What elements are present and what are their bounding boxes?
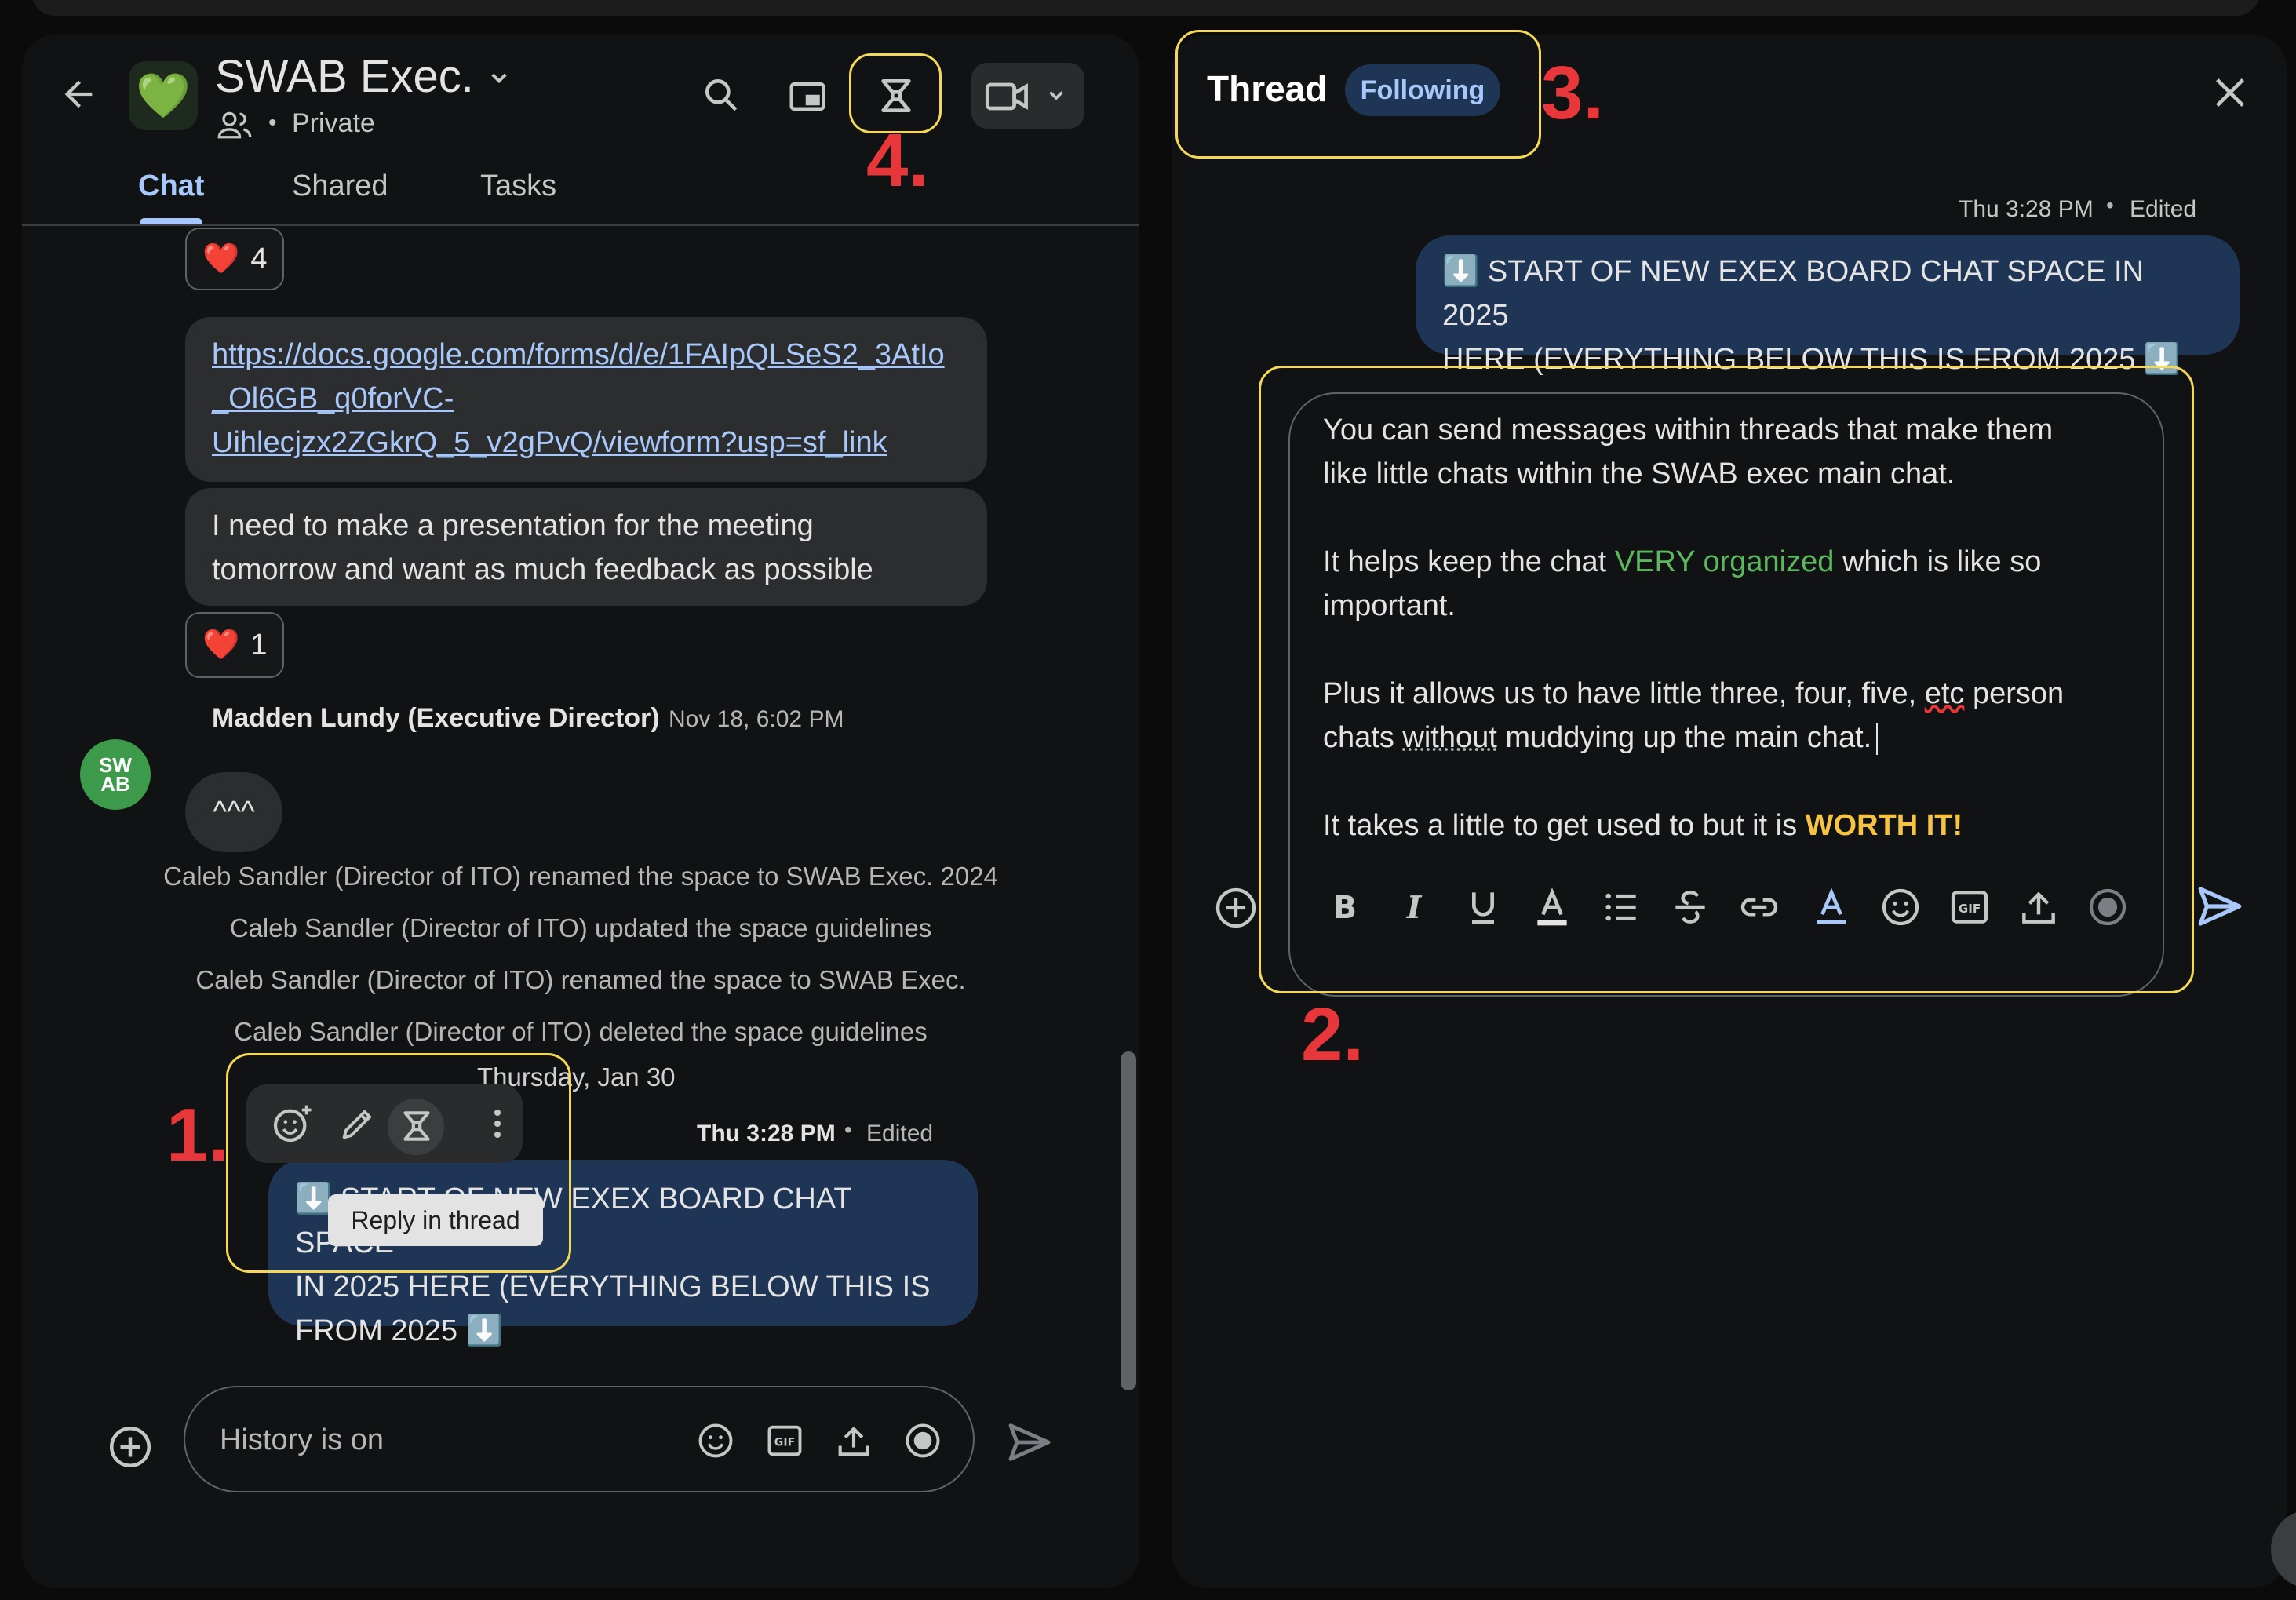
avatar[interactable]: SW AB [80,739,151,810]
system-event: Caleb Sandler (Director of ITO) renamed … [163,862,998,891]
heart-emoji: ❤️ [202,629,240,662]
privacy-dot: • [268,110,277,136]
top-toolbar-strip [31,0,2260,16]
system-event: Caleb Sandler (Director of ITO) deleted … [234,1017,928,1046]
close-icon[interactable] [2208,71,2252,115]
space-title[interactable]: SWAB Exec. [215,50,474,103]
annotation-box-2 [1259,366,2194,993]
own-message-time: Thu 3:28 PM [697,1121,836,1146]
reaction-count: 4 [250,242,268,275]
reaction-count: 1 [250,628,268,662]
form-link-line[interactable]: _Ol6GB_q0forVC- [212,377,960,421]
composer-placeholder: History is on [220,1423,384,1456]
thread-root-message: ⬇️ START OF NEW EXEX BOARD CHAT SPACE IN… [1416,235,2240,376]
video-camera-icon[interactable] [984,75,1031,118]
video-dropdown-icon[interactable] [1042,82,1070,110]
sender-name[interactable]: Madden Lundy (Executive Director) [212,703,660,734]
message-timestamp: Nov 18, 6:02 PM [669,706,844,732]
gif-icon[interactable]: GIF [764,1420,805,1461]
emoji-icon[interactable] [695,1420,736,1461]
annotation-number-1: 1. [166,1093,230,1177]
message-line: I need to make a presentation for the me… [212,509,814,542]
annotation-number-3: 3. [1541,51,1605,135]
presentation-message: I need to make a presentation for the me… [185,488,987,606]
message-text: ^^^ [213,796,255,829]
send-icon[interactable] [1004,1417,1055,1467]
avatar-initials: SW AB [99,753,132,796]
tab-shared[interactable]: Shared [292,169,388,203]
reaction-chip-heart[interactable]: ❤️ 4 [185,228,285,290]
chevron-down-icon[interactable] [483,63,515,94]
upload-icon[interactable] [833,1420,874,1461]
add-attachment-icon[interactable] [107,1423,154,1471]
members-icon[interactable] [217,110,253,141]
annotation-box-1 [226,1053,571,1273]
search-icon[interactable] [702,75,741,115]
tab-chat[interactable]: Chat [138,169,204,203]
form-link-line[interactable]: https://docs.google.com/forms/d/e/1FAIpQ… [212,333,960,377]
pop-out-icon[interactable] [786,75,829,118]
tab-chat-indicator [140,218,202,224]
tabs-divider [22,224,1139,226]
send-icon[interactable] [2194,880,2246,932]
own-message-edited: Edited [866,1121,934,1146]
annotation-number-2: 2. [1301,993,1365,1077]
message-line: tomorrow and want as much feedback as po… [212,553,873,586]
record-video-icon[interactable] [902,1420,943,1461]
link-message: https://docs.google.com/forms/d/e/1FAIpQ… [185,317,987,482]
space-avatar: 💚 [129,61,198,130]
tab-tasks[interactable]: Tasks [480,169,556,203]
space-emoji: 💚 [136,71,191,120]
back-arrow-icon[interactable] [58,74,99,115]
reaction-chip-heart[interactable]: ❤️ 1 [185,612,285,678]
privacy-label: Private [292,108,375,138]
add-attachment-icon[interactable] [1213,885,1259,931]
annotation-box-3 [1175,30,1541,159]
message-line: ⬇️ START OF NEW EXEX BOARD CHAT SPACE IN… [1442,255,2145,332]
own-message-dot: • [844,1117,852,1142]
annotation-number-4: 4. [866,118,930,202]
system-event: Caleb Sandler (Director of ITO) updated … [229,913,932,942]
heart-emoji: ❤️ [202,242,240,275]
thread-message-edited: Edited [2130,196,2197,222]
caret-message: ^^^ [185,772,282,852]
system-event: Caleb Sandler (Director of ITO) renamed … [195,965,966,994]
svg-text:GIF: GIF [774,1437,795,1449]
thread-message-dot: • [2106,193,2114,217]
chat-scrollbar[interactable] [1121,1051,1136,1390]
form-link-line[interactable]: Uihlecjzx2ZGkrQ_5_v2gPvQ/viewform?usp=sf… [212,421,960,465]
chat-panel: 💚 SWAB Exec. • Private Chat Shared Tasks… [22,35,1139,1588]
thread-message-time: Thu 3:28 PM [1959,196,2094,222]
message-line: FROM 2025 ⬇️ [295,1314,503,1347]
